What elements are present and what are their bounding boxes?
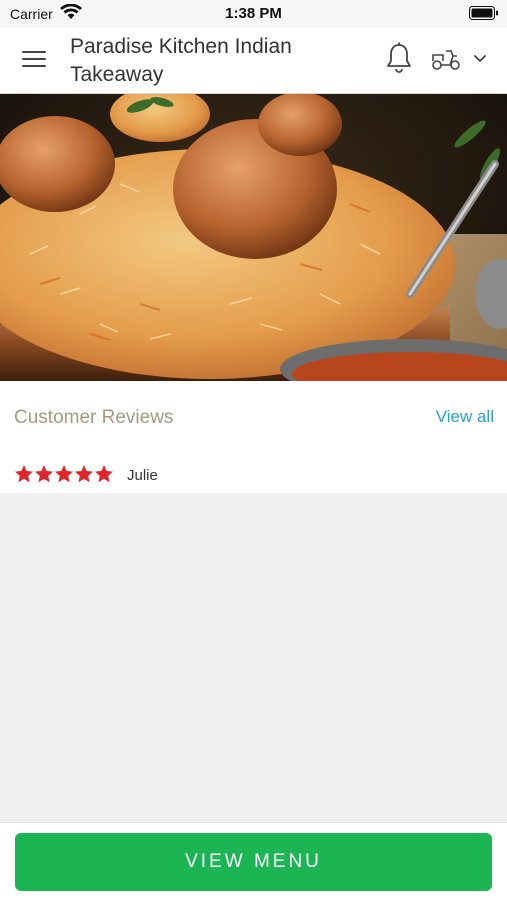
star-icon [95,465,113,483]
reviewer-name: Julie [127,467,158,484]
view-menu-button[interactable]: VIEW MENU [15,833,492,891]
footer-bar: VIEW MENU [0,822,507,900]
view-all-link[interactable]: View all [436,407,494,427]
bell-icon[interactable] [385,42,413,74]
reviews-section-header: Customer Reviews View all [0,381,507,453]
star-icon [35,465,53,483]
star-icon [55,465,73,483]
hero-image [0,94,507,381]
review-item: Julie [0,453,507,493]
battery-icon [469,6,498,20]
status-bar: Carrier 1:38 PM [0,0,507,28]
content-background [0,493,507,822]
chevron-down-icon[interactable] [472,52,488,64]
page-title: Paradise Kitchen Indian Takeaway [70,35,292,86]
star-icon [75,465,93,483]
status-time: 1:38 PM [225,5,282,22]
menu-icon[interactable] [22,48,48,70]
star-icon [15,465,33,483]
reviews-title: Customer Reviews [14,407,174,428]
biryani-photo [0,94,507,381]
star-rating [15,465,113,483]
delivery-scooter-icon[interactable] [430,46,462,72]
app-header: Paradise Kitchen Indian Takeaway [0,28,507,94]
